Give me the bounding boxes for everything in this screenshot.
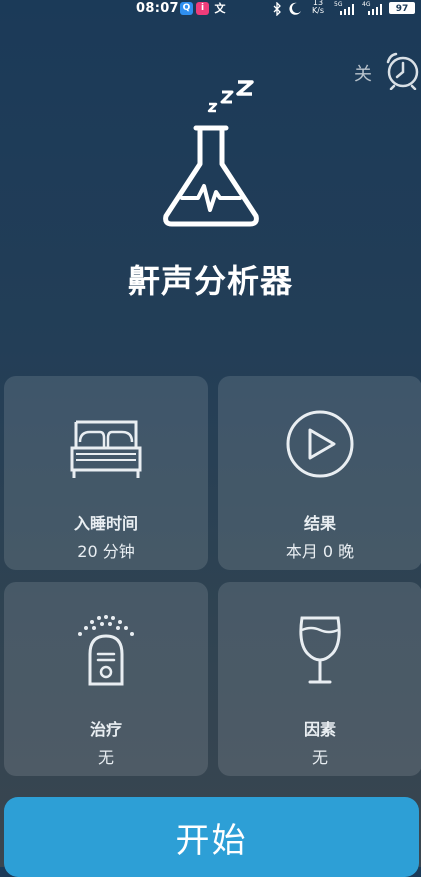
bluetooth-icon [273, 2, 281, 16]
card-value: 无 [97, 748, 114, 767]
start-button[interactable]: 开始 [4, 797, 419, 877]
status-bar: 08:07 Q i 文 13 K/s 5G 4G 97 [0, 0, 421, 18]
flask-zzz-logo-icon [163, 80, 259, 227]
search-app-icon: Q [180, 2, 193, 15]
battery-indicator: 97 [389, 2, 415, 14]
card-label: 因素 [303, 720, 336, 739]
card-treatment[interactable]: 治疗 无 [4, 582, 208, 776]
alarm-clock-icon[interactable] [382, 50, 420, 90]
card-factors[interactable]: 因素 无 [218, 582, 421, 776]
signal-icon-2 [368, 4, 382, 15]
status-time: 08:07 [136, 1, 179, 16]
network-speed: 13 K/s [311, 0, 325, 15]
card-value: 20 分钟 [77, 542, 135, 561]
play-icon [286, 410, 354, 478]
app-notification-icon: i [196, 2, 209, 15]
humidifier-icon [78, 615, 134, 686]
translate-icon: 文 [214, 2, 226, 15]
app-title: 鼾声分析器 [127, 262, 293, 300]
card-label: 治疗 [89, 720, 122, 739]
signal-icon [340, 4, 354, 15]
card-value: 无 [311, 748, 328, 767]
card-results[interactable]: 结果 本月 0 晚 [218, 376, 421, 570]
card-sleep-time[interactable]: 入睡时间 20 分钟 [4, 376, 208, 570]
card-label: 入睡时间 [73, 514, 138, 533]
moon-icon [289, 2, 301, 15]
bed-icon [70, 420, 142, 478]
card-label: 结果 [303, 514, 336, 533]
start-button-label: 开始 [175, 821, 248, 861]
alarm-off-label[interactable]: 关 [354, 60, 372, 86]
wine-glass-icon [299, 616, 341, 684]
card-value: 本月 0 晚 [285, 542, 355, 561]
